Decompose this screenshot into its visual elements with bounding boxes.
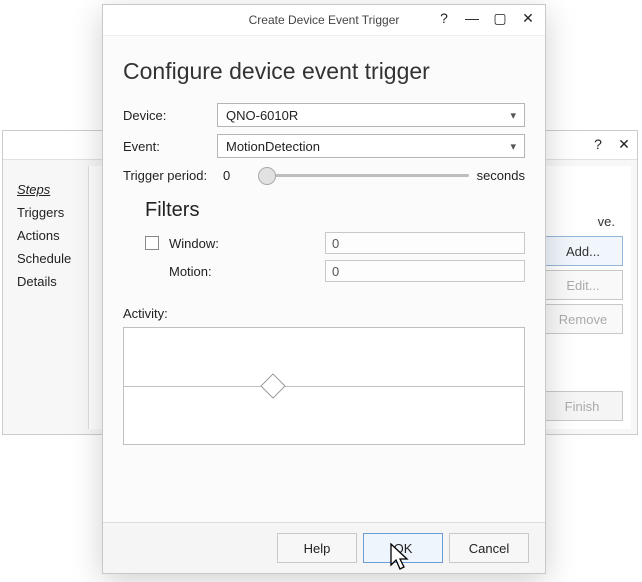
cancel-button[interactable]: Cancel — [449, 533, 529, 563]
dialog-titlebar[interactable]: Create Device Event Trigger ? — ▢ ✕ — [103, 5, 545, 36]
activity-graph — [123, 327, 525, 445]
filters-heading: Filters — [145, 199, 525, 222]
close-icon[interactable]: ✕ — [519, 9, 537, 27]
device-value: QNO-6010R — [226, 108, 298, 123]
motion-input[interactable]: 0 — [325, 260, 525, 282]
activity-label: Activity: — [123, 306, 525, 321]
hint-text-fragment: ve. — [598, 214, 615, 229]
wizard-steps: Steps Triggers Actions Schedule Details — [3, 160, 88, 435]
help-icon[interactable]: ? — [435, 9, 453, 27]
window-input[interactable]: 0 — [325, 232, 525, 254]
device-dropdown[interactable]: QNO-6010R ▾ — [217, 103, 525, 127]
trigger-period-slider[interactable] — [240, 165, 470, 185]
maximize-icon[interactable]: ▢ — [491, 9, 509, 27]
remove-button[interactable]: Remove — [543, 304, 623, 334]
window-label: Window: — [169, 236, 325, 251]
device-label: Device: — [123, 108, 217, 123]
close-icon[interactable]: ✕ — [615, 135, 633, 153]
trigger-period-value: 0 — [223, 168, 230, 183]
activity-marker[interactable] — [260, 373, 285, 398]
create-device-event-trigger-dialog: Create Device Event Trigger ? — ▢ ✕ Conf… — [102, 4, 546, 574]
step-schedule[interactable]: Schedule — [17, 251, 78, 266]
help-button[interactable]: Help — [277, 533, 357, 563]
slider-thumb[interactable] — [258, 167, 276, 185]
motion-label: Motion: — [169, 264, 325, 279]
event-value: MotionDetection — [226, 139, 320, 154]
help-icon[interactable]: ? — [589, 135, 607, 153]
finish-button[interactable]: Finish — [541, 391, 623, 421]
trigger-period-label: Trigger period: — [123, 168, 217, 183]
step-triggers[interactable]: Triggers — [17, 205, 78, 220]
window-checkbox[interactable] — [145, 236, 159, 250]
minimize-icon[interactable]: — — [463, 9, 481, 27]
trigger-period-unit: seconds — [477, 168, 525, 183]
step-actions[interactable]: Actions — [17, 228, 78, 243]
add-button[interactable]: Add... — [543, 236, 623, 266]
step-details[interactable]: Details — [17, 274, 78, 289]
dialog-footer: Help OK Cancel — [103, 522, 545, 573]
edit-button[interactable]: Edit... — [543, 270, 623, 300]
page-title: Configure device event trigger — [123, 58, 525, 85]
chevron-down-icon: ▾ — [510, 109, 516, 122]
steps-heading: Steps — [17, 182, 78, 197]
event-dropdown[interactable]: MotionDetection ▾ — [217, 134, 525, 158]
event-label: Event: — [123, 139, 217, 154]
dialog-title: Create Device Event Trigger — [249, 13, 400, 27]
chevron-down-icon: ▾ — [510, 140, 516, 153]
ok-button[interactable]: OK — [363, 533, 443, 563]
